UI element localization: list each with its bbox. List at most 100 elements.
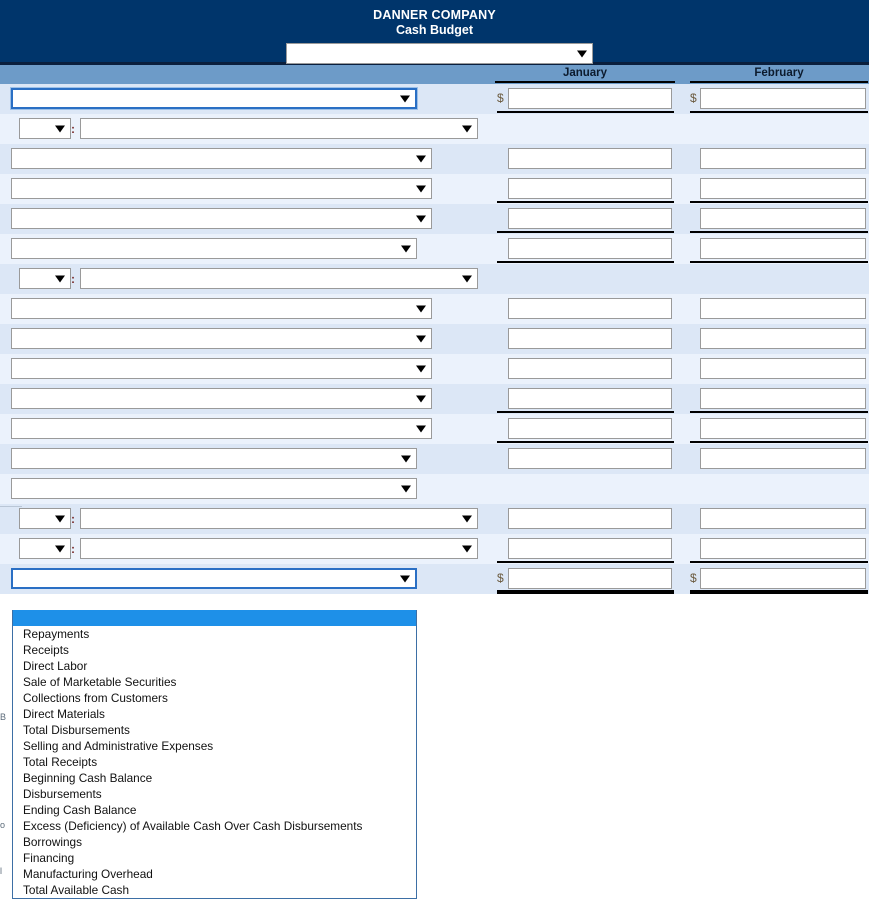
amount-input-february[interactable] [700, 238, 866, 259]
budget-row: $ $ [0, 564, 869, 594]
amount-input-february[interactable] [700, 508, 866, 529]
cash-budget-worksheet: DANNER COMPANY Cash Budget January Febru… [0, 0, 869, 906]
amount-input-january[interactable] [508, 178, 672, 199]
chevron-down-icon [400, 575, 410, 582]
amount-input-february[interactable] [700, 328, 866, 349]
total-rule [690, 561, 868, 563]
dropdown-option[interactable]: Sale of Marketable Securities [13, 674, 416, 690]
budget-row: : [0, 264, 869, 294]
row-account-select[interactable] [11, 148, 432, 169]
amount-input-january[interactable] [508, 298, 672, 319]
dropdown-option[interactable]: Selling and Administrative Expenses [13, 738, 416, 754]
budget-row [0, 324, 869, 354]
row-account-select[interactable] [11, 568, 417, 589]
row-account-select[interactable] [11, 88, 417, 109]
dropdown-option[interactable]: Direct Labor [13, 658, 416, 674]
dropdown-option[interactable]: Excess (Deficiency) of Available Cash Ov… [13, 818, 416, 834]
row-account-select[interactable] [80, 508, 478, 529]
column-header-february: February [690, 66, 868, 83]
amount-input-february[interactable] [700, 358, 866, 379]
dropdown-option[interactable]: Manufacturing Overhead [13, 866, 416, 882]
row-qualifier-select[interactable] [19, 268, 71, 289]
chevron-down-icon [462, 275, 472, 282]
row-account-select[interactable] [11, 418, 432, 439]
amount-input-february[interactable] [700, 88, 866, 109]
chevron-down-icon [55, 125, 65, 132]
currency-symbol: $ [690, 571, 697, 585]
amount-input-january[interactable] [508, 328, 672, 349]
amount-input-january[interactable] [508, 508, 672, 529]
row-qualifier-select[interactable] [19, 118, 71, 139]
amount-input-january[interactable] [508, 238, 672, 259]
amount-input-february[interactable] [700, 568, 866, 589]
row-account-select[interactable] [11, 388, 432, 409]
total-rule [690, 261, 868, 263]
chevron-down-icon [462, 515, 472, 522]
chevron-down-icon [416, 395, 426, 402]
amount-input-february[interactable] [700, 418, 866, 439]
dropdown-option[interactable]: Direct Materials [13, 706, 416, 722]
dropdown-option[interactable]: Ending Cash Balance [13, 802, 416, 818]
amount-input-february[interactable] [700, 388, 866, 409]
row-account-select[interactable] [11, 238, 417, 259]
amount-input-january[interactable] [508, 148, 672, 169]
amount-input-january[interactable] [508, 208, 672, 229]
row-account-select[interactable] [80, 118, 478, 139]
chevron-down-icon [462, 125, 472, 132]
dropdown-option[interactable]: Beginning Cash Balance [13, 770, 416, 786]
amount-input-january[interactable] [508, 358, 672, 379]
dropdown-option[interactable]: Disbursements [13, 786, 416, 802]
period-select[interactable] [286, 43, 593, 64]
amount-input-january[interactable] [508, 448, 672, 469]
amount-input-january[interactable] [508, 418, 672, 439]
amount-input-february[interactable] [700, 148, 866, 169]
row-account-select[interactable] [11, 358, 432, 379]
chevron-down-icon [55, 275, 65, 282]
amount-input-january[interactable] [508, 388, 672, 409]
dropdown-option[interactable]: Collections from Customers [13, 690, 416, 706]
total-rule [690, 231, 868, 233]
row-separator-colon: : [71, 512, 75, 526]
amount-input-february[interactable] [700, 538, 866, 559]
amount-input-february[interactable] [700, 298, 866, 319]
budget-row [0, 234, 869, 264]
budget-row [0, 474, 869, 504]
row-account-select[interactable] [80, 538, 478, 559]
row-separator-colon: : [71, 122, 75, 136]
total-rule [690, 411, 868, 413]
row-qualifier-select[interactable] [19, 538, 71, 559]
amount-input-january[interactable] [508, 538, 672, 559]
row-qualifier-select[interactable] [19, 508, 71, 529]
dropdown-option[interactable]: Repayments [13, 626, 416, 642]
amount-input-february[interactable] [700, 448, 866, 469]
amount-input-january[interactable] [508, 568, 672, 589]
amount-input-january[interactable] [508, 88, 672, 109]
budget-row: : [0, 534, 869, 564]
row-account-select[interactable] [11, 328, 432, 349]
row-account-select[interactable] [11, 178, 432, 199]
row-separator-colon: : [71, 542, 75, 556]
amount-input-february[interactable] [700, 208, 866, 229]
row-account-select[interactable] [11, 208, 432, 229]
dropdown-option[interactable]: Total Receipts [13, 754, 416, 770]
dropdown-option[interactable]: Receipts [13, 642, 416, 658]
statement-title: Cash Budget [395, 23, 474, 37]
dropdown-option[interactable]: Total Available Cash [13, 882, 416, 898]
chevron-down-icon [401, 245, 411, 252]
budget-row [0, 414, 869, 444]
row-account-select[interactable] [11, 478, 417, 499]
dropdown-option[interactable]: Financing [13, 850, 416, 866]
amount-input-february[interactable] [700, 178, 866, 199]
chevron-down-icon [416, 215, 426, 222]
dropdown-option[interactable] [13, 610, 416, 626]
row-account-select[interactable] [80, 268, 478, 289]
budget-row: $ $ [0, 84, 869, 114]
dropdown-option[interactable]: Borrowings [13, 834, 416, 850]
chevron-down-icon [400, 95, 410, 102]
account-dropdown-list[interactable]: Repayments Receipts Direct Labor Sale of Ma… [12, 610, 417, 899]
dropdown-option[interactable]: Total Disbursements [13, 722, 416, 738]
company-name: DANNER COMPANY [373, 8, 496, 22]
chevron-down-icon [55, 515, 65, 522]
row-account-select[interactable] [11, 448, 417, 469]
row-account-select[interactable] [11, 298, 432, 319]
